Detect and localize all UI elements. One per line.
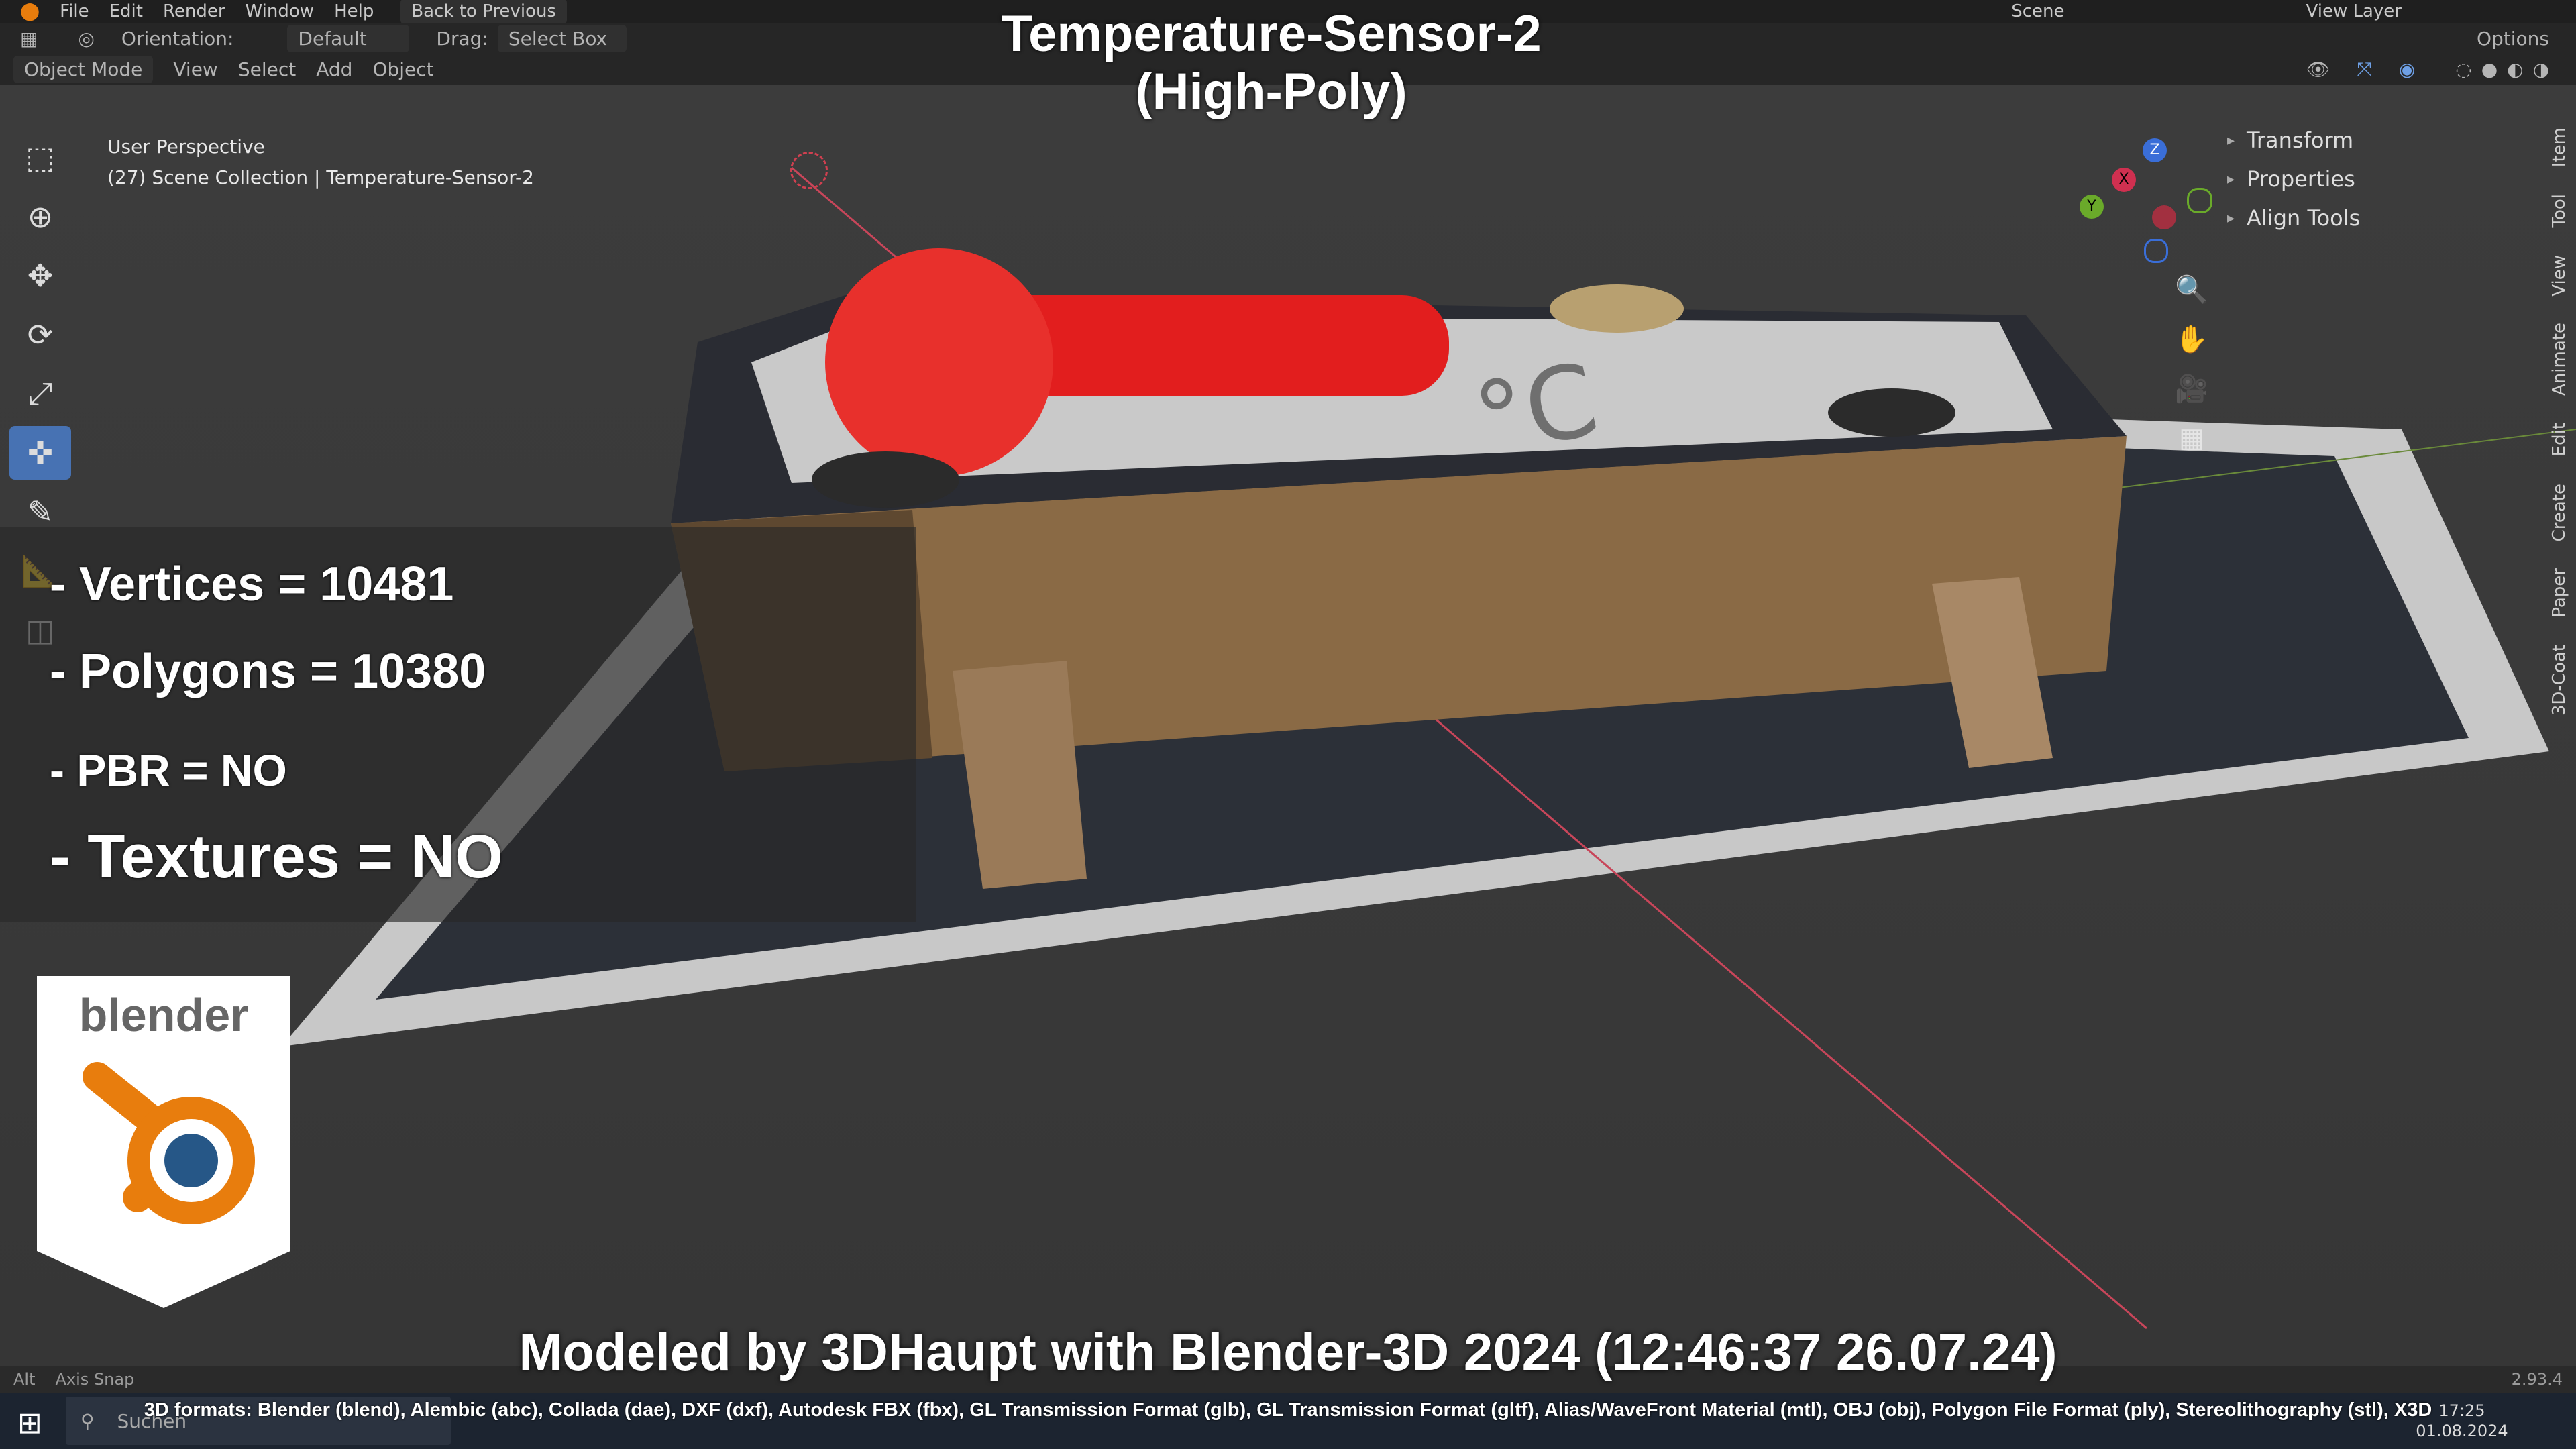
navigation-gizmo[interactable]: Z Y X (2080, 138, 2214, 272)
back-to-previous-button[interactable]: Back to Previous (400, 0, 567, 24)
shading-wireframe-icon[interactable]: ◌ (2455, 58, 2471, 80)
tab-create[interactable]: Create (2549, 484, 2569, 541)
tab-paper[interactable]: Paper (2549, 568, 2569, 618)
sidebar-tabs: Item Tool View Animate Edit Create Paper… (2549, 127, 2576, 743)
ortho-grid-icon[interactable]: ▦ (2171, 417, 2212, 459)
blender-menu-icon[interactable]: ⬤ (20, 1, 40, 21)
visibility-icon[interactable]: 👁 (2306, 58, 2330, 80)
taskbar-clock[interactable]: 17:25 01.08.2024 (2402, 1401, 2522, 1441)
knob-top (1550, 284, 1684, 333)
gizmo-x[interactable]: X (2112, 168, 2136, 192)
tab-animate[interactable]: Animate (2549, 323, 2569, 396)
object-mode-dropdown[interactable]: Object Mode (13, 55, 154, 83)
panel-transform[interactable]: Transform (2227, 121, 2549, 160)
tab-item[interactable]: Item (2549, 127, 2569, 167)
title-line-2: (High-Poly) (1135, 63, 1407, 120)
gizmo-neg-y[interactable] (2187, 188, 2212, 213)
polygons-stat: - Polygons = 10380 (50, 645, 486, 698)
export-formats-text: 3D formats: Blender (blend), Alembic (ab… (144, 1399, 2432, 1421)
drag-label: Drag: (436, 27, 488, 50)
view-layer-selector[interactable]: View Layer (2306, 1, 2402, 21)
options-button[interactable]: Options (2477, 28, 2549, 50)
tab-edit[interactable]: Edit (2549, 423, 2569, 456)
gizmo-neg-x[interactable] (2152, 205, 2176, 229)
knob-right (1828, 388, 1955, 437)
model-stats-panel: - Vertices = 10481 - Polygons = 10380 - … (0, 527, 916, 922)
clock-date: 01.08.2024 (2416, 1421, 2508, 1440)
shading-solid-icon[interactable]: ● (2481, 58, 2498, 80)
sidebar-panel: Transform Properties Align Tools (2227, 121, 2549, 237)
menu-object[interactable]: Object (372, 58, 433, 80)
pan-hand-icon[interactable]: ✋ (2171, 318, 2212, 360)
drag-dropdown[interactable]: Select Box (497, 24, 627, 52)
cursor-tool-icon[interactable]: ⊕ (9, 190, 71, 244)
menu-edit[interactable]: Edit (109, 1, 143, 21)
title-line-1: Temperature-Sensor-2 (1001, 5, 1542, 62)
menu-view[interactable]: View (173, 58, 217, 80)
3d-cursor-icon[interactable] (790, 152, 828, 189)
panel-properties[interactable]: Properties (2227, 160, 2549, 199)
pbr-stat: - PBR = NO (50, 745, 287, 795)
zoom-icon[interactable]: 🔍 (2171, 268, 2212, 310)
select-box-icon[interactable]: ⬚ (9, 131, 71, 184)
blender-wordmark: blender (78, 989, 249, 1041)
orientation-label: Orientation: (121, 27, 234, 50)
rotate-tool-icon[interactable]: ⟳ (9, 308, 71, 362)
menu-window[interactable]: Window (246, 1, 315, 21)
gizmo-z[interactable]: Z (2143, 138, 2167, 162)
scale-tool-icon[interactable]: ⤢ (9, 367, 71, 421)
gizmo-neg-z[interactable] (2144, 239, 2168, 263)
transform-pivot-icon[interactable]: ◎ (78, 28, 94, 50)
gizmo-y[interactable]: Y (2080, 195, 2104, 219)
clock-time: 17:25 (2438, 1401, 2485, 1420)
menu-help[interactable]: Help (334, 1, 374, 21)
degree-celsius-engraving: °C (1465, 341, 1607, 480)
menu-render[interactable]: Render (163, 1, 225, 21)
scene-selector[interactable]: Scene (2011, 1, 2064, 21)
tab-3d-coat[interactable]: 3D-Coat (2549, 645, 2569, 716)
collection-label: (27) Scene Collection | Temperature-Sens… (107, 166, 534, 189)
overlay-toggle-icon[interactable]: ◉ (2399, 58, 2415, 80)
tab-tool[interactable]: Tool (2549, 194, 2569, 228)
viewport-nav-controls: 🔍 ✋ 🎥 ▦ (2171, 268, 2218, 467)
model-title: Temperature-Sensor-2 (High-Poly) (872, 5, 1670, 121)
editor-type-icon[interactable]: ▦ (20, 28, 38, 50)
vertices-stat: - Vertices = 10481 (50, 557, 454, 611)
perspective-label: User Perspective (107, 136, 265, 158)
transform-tool-icon[interactable]: ✜ (9, 426, 71, 480)
menu-select[interactable]: Select (238, 58, 296, 80)
shading-material-icon[interactable]: ◐ (2507, 58, 2523, 80)
gizmo-toggle-icon[interactable]: ⤧ (2357, 58, 2371, 80)
textures-stat: - Textures = NO (50, 822, 503, 891)
viewport-info: User Perspective (27) Scene Collection |… (107, 131, 534, 193)
menu-add[interactable]: Add (316, 58, 352, 80)
shading-rendered-icon[interactable]: ◑ (2533, 58, 2549, 80)
orientation-dropdown[interactable]: Default (287, 24, 410, 52)
move-tool-icon[interactable]: ✥ (9, 249, 71, 303)
blender-logo: blender (37, 976, 290, 1308)
menu-file[interactable]: File (60, 1, 89, 21)
panel-align-tools[interactable]: Align Tools (2227, 199, 2549, 237)
camera-view-icon[interactable]: 🎥 (2171, 368, 2212, 409)
knob-left (812, 451, 959, 508)
credit-text: Modeled by 3DHaupt with Blender-3D 2024 … (519, 1322, 2057, 1381)
thermometer-bulb (825, 248, 1053, 476)
tab-view[interactable]: View (2549, 255, 2569, 297)
